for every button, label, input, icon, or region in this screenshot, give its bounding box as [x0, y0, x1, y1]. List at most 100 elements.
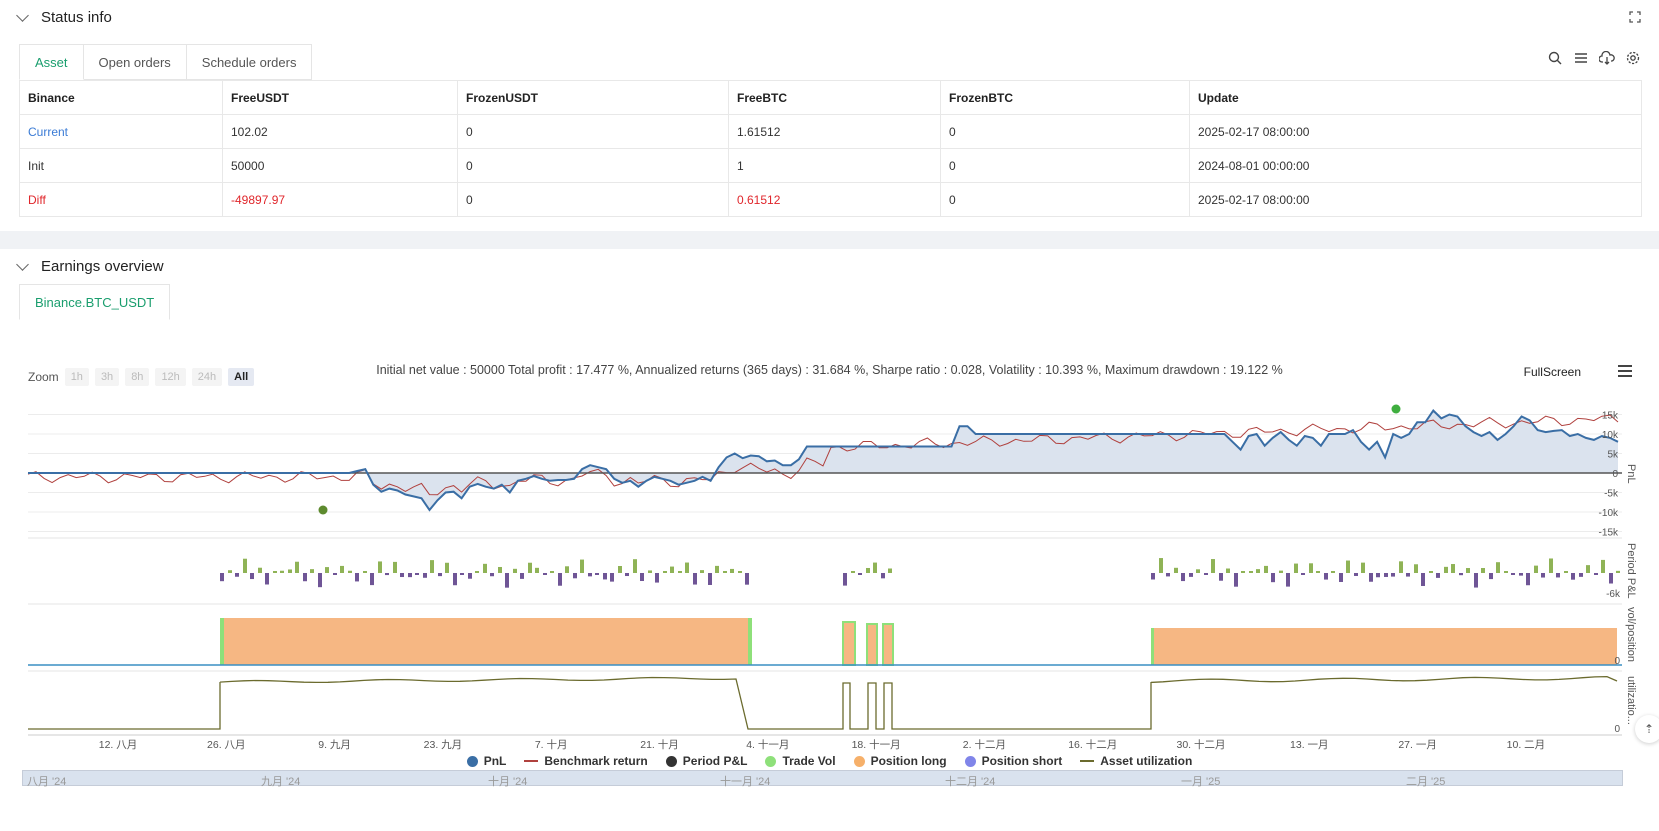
utilization-axis-tick: 0 [1614, 724, 1620, 735]
zoom-24h-button[interactable]: 24h [191, 368, 223, 386]
table-header-row: Binance FreeUSDT FrozenUSDT FreeBTC Froz… [19, 80, 1642, 115]
x-axis-tick: 30. 十二月 [1176, 738, 1225, 751]
pnl-axis-label: PnL [1625, 464, 1637, 484]
table-cell[interactable]: Current [19, 114, 223, 149]
legend-item-asset-utilization[interactable]: Asset utilization [1080, 754, 1192, 768]
status-info-header[interactable]: Status info [16, 8, 112, 26]
period-pnl-bar [1496, 562, 1500, 573]
table-cell: 0 [940, 114, 1190, 149]
search-icon[interactable] [1547, 50, 1563, 66]
cloud-download-icon[interactable] [1599, 50, 1615, 66]
tab-open-orders[interactable]: Open orders [83, 44, 187, 80]
legend-item-benchmark[interactable]: Benchmark return [524, 754, 648, 768]
period-pnl-bar [888, 568, 892, 573]
expand-icon[interactable] [1629, 10, 1641, 28]
period-pnl-bar [535, 567, 539, 573]
x-axis-tick: 26. 八月 [207, 739, 246, 751]
zoom-3h-button[interactable]: 3h [94, 368, 120, 386]
period-pnl-bar [385, 573, 389, 576]
x-axis-tick: 13. 一月 [1290, 739, 1329, 751]
period-pnl-bar [851, 571, 855, 573]
period-pnl-bar [588, 573, 592, 577]
legend-item-position-short[interactable]: Position short [964, 754, 1062, 768]
legend-item-period-pnl[interactable]: Period P&L [665, 754, 747, 768]
pnl-axis-tick: -15k [1599, 528, 1619, 539]
period-pnl-bar [1406, 573, 1410, 577]
zoom-all-button[interactable]: All [228, 368, 255, 386]
table-toolbar [1547, 50, 1641, 66]
peak-marker[interactable] [1391, 404, 1401, 414]
trade-vol-bar [220, 618, 224, 665]
period-pnl-bar [648, 570, 652, 573]
chevron-down-icon[interactable] [16, 8, 29, 22]
column-header: Binance [19, 80, 223, 115]
period-pnl-bar [310, 569, 314, 573]
legend-item-position-long[interactable]: Position long [853, 754, 947, 768]
navigator-label: 一月 '25 [1181, 776, 1221, 788]
fullscreen-button[interactable]: FullScreen [1524, 365, 1581, 379]
legend-item-trade-vol[interactable]: Trade Vol [765, 754, 836, 768]
gear-icon[interactable] [1625, 50, 1641, 66]
zoom-8h-button[interactable]: 8h [125, 368, 150, 386]
earnings-chart[interactable]: 15k10k5k0-5k-10k-15k PnL -6k Period P&L … [0, 389, 1659, 751]
legend-item-pnl[interactable]: PnL [466, 754, 506, 768]
period-pnl-bar [670, 566, 674, 573]
period-pnl-bar [1459, 573, 1463, 576]
period-pnl-bar [438, 573, 442, 577]
chart-legend: PnL Benchmark return Period P&L Trade Vo… [0, 754, 1659, 768]
earnings-title: Earnings overview [41, 258, 164, 275]
period-pnl-bar [1204, 573, 1208, 575]
period-pnl-bar [460, 573, 464, 575]
list-icon[interactable] [1573, 50, 1589, 66]
earnings-header[interactable]: Earnings overview [16, 257, 164, 275]
period-pnl-bar [1609, 573, 1613, 584]
period-pnl-bar [1481, 568, 1485, 573]
pnl-axis-tick: 5k [1607, 450, 1619, 461]
trade-vol-bar [1151, 628, 1154, 665]
period-pnl-bar [258, 567, 262, 573]
status-info-panel: Status info Asset Open orders Schedule o… [0, 0, 1659, 231]
hamburger-menu-icon[interactable] [1618, 364, 1632, 382]
period-pnl-bar [715, 565, 719, 573]
period-pnl-bar [1556, 573, 1560, 578]
period-pnl-bar [1189, 573, 1193, 577]
period-pnl-bar [430, 560, 434, 573]
period-pnl-bar [693, 573, 697, 585]
x-axis-tick: 12. 八月 [99, 739, 138, 751]
zoom-1h-button[interactable]: 1h [64, 368, 89, 386]
period-pnl-bar [250, 573, 254, 580]
x-axis-tick: 18. 十一月 [852, 738, 901, 751]
pnl-axis-tick: -10k [1599, 508, 1619, 519]
period-pnl-bar [1429, 571, 1433, 573]
chevron-down-icon[interactable] [16, 257, 29, 271]
tab-binance-btc-usdt[interactable]: Binance.BTC_USDT [19, 284, 171, 320]
period-pnl-bar [1294, 563, 1298, 573]
period-pnl-bar [1174, 567, 1178, 573]
period-pnl-bar [453, 573, 457, 586]
zoom-12h-button[interactable]: 12h [155, 368, 186, 386]
period-pnl-bar [1489, 573, 1493, 580]
period-pnl-bar [1279, 570, 1283, 573]
pnl-axis-tick: 15k [1602, 411, 1619, 422]
period-pnl-bar [220, 573, 224, 582]
navigator-label: 二月 '25 [1406, 776, 1446, 788]
scroll-top-icon[interactable]: ⇡ [1635, 715, 1659, 743]
x-axis-ticks: 12. 八月 26. 八月 9. 九月 23. 九月 7. 十月 21. 十月 4. 十一月… [99, 738, 1545, 751]
tab-asset[interactable]: Asset [19, 44, 84, 80]
period-pnl-bar [400, 573, 404, 578]
range-navigator[interactable]: 八月 '24 九月 '24 十月 '24 十一月 '24 十二月 '24 一月 … [22, 770, 1623, 788]
period-pnl-bar [1579, 573, 1583, 577]
tab-schedule-orders[interactable]: Schedule orders [186, 44, 313, 80]
period-pnl-bar [1151, 573, 1155, 580]
column-header: Update [1189, 80, 1642, 115]
max-drawdown-marker[interactable] [318, 505, 328, 515]
period-pnl-bar [1466, 568, 1470, 573]
period-pnl-bar [685, 562, 689, 573]
table-cell: 2025-02-17 08:00:00 [1189, 114, 1642, 149]
period-pnl-bar [1264, 565, 1268, 573]
period-pnl-bar [1541, 573, 1545, 578]
period-pnl-bar [340, 565, 344, 573]
period-pnl-bar [1549, 558, 1553, 573]
period-pnl-bar [1519, 573, 1523, 576]
period-pnl-bar [1241, 571, 1245, 573]
